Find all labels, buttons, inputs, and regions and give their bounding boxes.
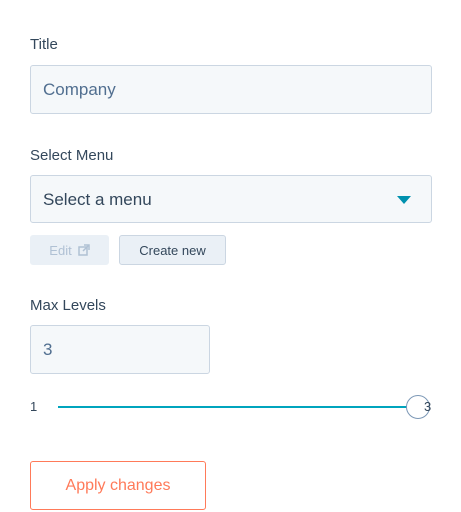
menu-select-value: Select a menu bbox=[43, 190, 152, 209]
caret-down-icon bbox=[397, 196, 411, 204]
slider-max-label: 3 bbox=[424, 399, 432, 414]
max-levels-input[interactable] bbox=[30, 325, 210, 374]
menu-settings-panel: Title Select Menu Select a menu Edit Cre… bbox=[0, 0, 461, 512]
slider-track[interactable] bbox=[58, 395, 430, 419]
max-levels-slider[interactable]: 1 3 bbox=[30, 394, 440, 420]
create-new-label: Create new bbox=[139, 242, 206, 258]
edit-menu-button[interactable]: Edit bbox=[30, 235, 109, 265]
edit-menu-label: Edit bbox=[49, 242, 72, 258]
external-link-icon bbox=[77, 244, 90, 256]
apply-changes-button[interactable]: Apply changes bbox=[30, 461, 206, 510]
slider-fill bbox=[58, 406, 418, 408]
max-levels-label: Max Levels bbox=[30, 297, 106, 314]
create-new-menu-button[interactable]: Create new bbox=[119, 235, 226, 265]
title-input[interactable] bbox=[30, 65, 432, 114]
menu-select-dropdown[interactable]: Select a menu bbox=[30, 175, 432, 223]
select-menu-label: Select Menu bbox=[30, 147, 114, 164]
slider-min-label: 1 bbox=[30, 399, 38, 414]
title-label: Title bbox=[30, 36, 58, 53]
